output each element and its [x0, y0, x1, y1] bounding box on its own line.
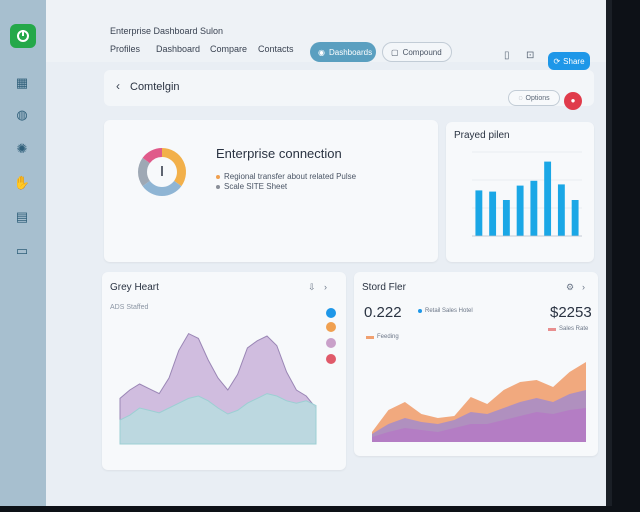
stacked-chart-card: Stord Fler ⚙ › 0.222 $2253 Retail Sales …	[354, 272, 598, 456]
area-chart-subtitle: ADS Staffed	[110, 304, 149, 311]
back-icon[interactable]: ‹	[116, 79, 120, 93]
app-window: ▦ ◍ ✺ ✋ ▤ ▭ Enterprise Dashboard Sulon P…	[0, 0, 612, 506]
download-icon[interactable]: ⇩	[308, 282, 316, 293]
bar	[516, 185, 524, 236]
nav-item-contacts[interactable]: Contacts	[258, 44, 294, 54]
settings-icon[interactable]: ⚙	[566, 282, 574, 293]
stacked-area-chart	[372, 362, 586, 442]
globe-icon[interactable]: ◍	[12, 106, 32, 124]
donut-chart	[138, 148, 186, 196]
donut-slice	[138, 157, 150, 187]
legend-item: Feeding	[366, 334, 399, 340]
bar-chart-title: Prayed pilen	[454, 130, 510, 141]
nav-item-compare[interactable]: Compare	[210, 44, 247, 54]
bar-chart	[472, 151, 582, 237]
area-chart-card: Grey Heart ADS Staffed ⇩ ›	[102, 272, 346, 470]
bar-chart-card: Prayed pilen	[446, 122, 594, 262]
bar	[502, 200, 510, 236]
hand-icon[interactable]: ✋	[12, 174, 32, 192]
filter-icon: ◌	[518, 94, 523, 102]
area-chart	[119, 332, 317, 445]
overview-card: Enterprise connection Regional transfer …	[104, 120, 438, 262]
palette-icon[interactable]: ✺	[12, 140, 32, 158]
top-bar: Enterprise Dashboard Sulon Profiles Dash…	[46, 0, 606, 70]
bullet-dot	[216, 174, 220, 179]
overview-bullet: Regional transfer about related Pulse	[216, 172, 356, 181]
metric-value: 0.222	[364, 304, 402, 321]
dashboard-icon[interactable]: ▦	[12, 74, 32, 92]
lock-icon[interactable]: ⊡	[526, 50, 534, 61]
expand-icon[interactable]: ›	[324, 282, 327, 292]
square-icon: ▢	[391, 47, 399, 57]
legend-dot	[326, 338, 336, 348]
page-header: ‹ Comtelgin ◌ Options ●	[104, 70, 594, 110]
page-title: Comtelgin	[130, 81, 180, 93]
legend-dot	[326, 322, 336, 332]
bar	[544, 161, 552, 236]
donut-slice	[142, 180, 182, 196]
compound-button[interactable]: ▢ Compound	[382, 42, 452, 62]
bar	[475, 190, 483, 236]
overview-headline: Enterprise connection	[216, 146, 342, 161]
document-icon[interactable]: ▯	[504, 50, 510, 61]
expand-icon[interactable]: ›	[582, 282, 585, 292]
nav-item-dashboard[interactable]: Dashboard	[156, 44, 200, 54]
overview-bullet: Scale SITE Sheet	[216, 182, 287, 191]
tickets-icon[interactable]: ▤	[12, 208, 32, 226]
circle-icon: ◉	[318, 47, 325, 57]
legend-dot	[326, 354, 336, 364]
bar	[530, 180, 538, 236]
legend-swatch	[366, 335, 374, 339]
stacked-chart-title: Stord Fler	[362, 282, 406, 293]
alert-icon[interactable]: ●	[564, 92, 582, 110]
nav-item-profiles[interactable]: Profiles	[110, 44, 140, 54]
bar	[489, 191, 497, 236]
card-icon[interactable]: ▭	[12, 242, 32, 260]
legend-swatch	[548, 327, 556, 331]
options-button[interactable]: ◌ Options	[508, 90, 560, 106]
chart-logo-icon[interactable]	[10, 24, 36, 48]
share-button[interactable]: ⟳ Share	[548, 52, 590, 70]
dashboards-button[interactable]: ◉ Dashboards	[310, 42, 376, 62]
legend-item: Retail Sales Hotel	[418, 308, 473, 314]
bar	[571, 200, 579, 236]
donut-slice	[162, 148, 186, 187]
sidebar: ▦ ◍ ✺ ✋ ▤ ▭	[0, 0, 46, 506]
bullet-dot	[216, 184, 220, 189]
metric-value-right: $2253	[550, 304, 592, 321]
legend-dot	[326, 308, 336, 318]
share-icon: ⟳	[553, 56, 561, 66]
bar	[557, 184, 565, 236]
area-chart-title: Grey Heart	[110, 282, 159, 293]
legend-swatch	[418, 309, 422, 313]
app-title: Enterprise Dashboard Sulon	[110, 26, 224, 36]
legend-item: Sales Rate	[548, 326, 588, 332]
